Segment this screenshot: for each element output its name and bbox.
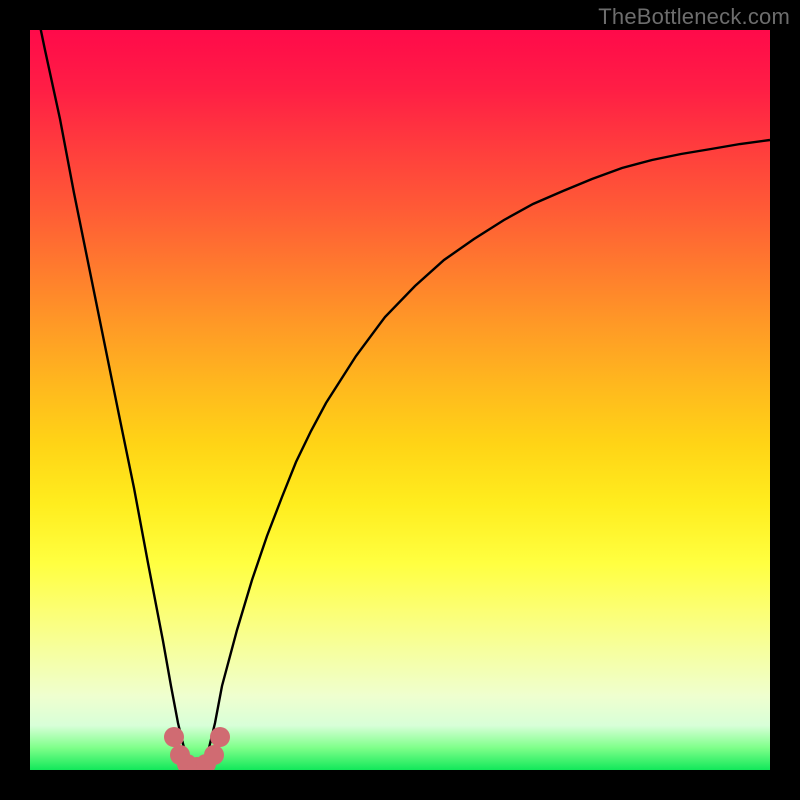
curve-layer [30,30,770,770]
marker-dot [210,727,230,747]
marker-dot [164,727,184,747]
watermark-text: TheBottleneck.com [598,4,790,30]
plot-area [30,30,770,770]
bottleneck-curve [30,30,770,767]
chart-stage: TheBottleneck.com [0,0,800,800]
marker-dot [204,745,224,765]
bottom-markers [164,727,230,770]
